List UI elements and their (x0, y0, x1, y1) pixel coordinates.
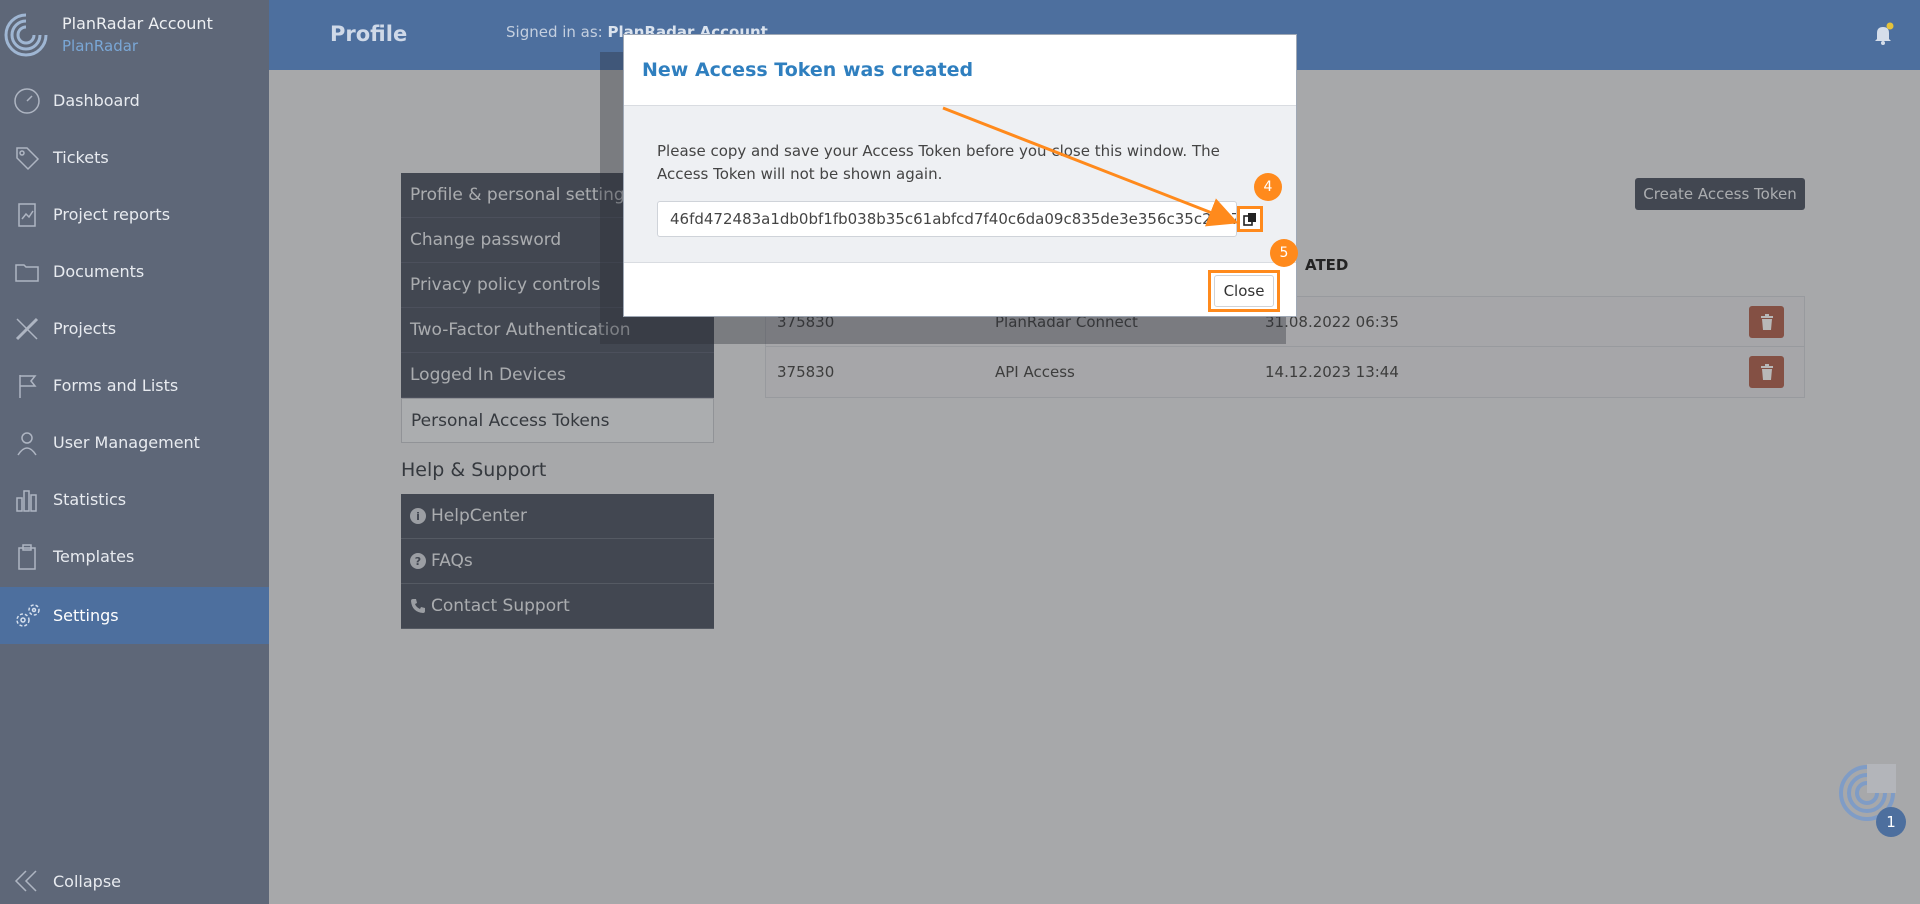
gear-icon (15, 603, 40, 627)
dialog-message: Please copy and save your Access Token b… (657, 142, 1220, 183)
sidebar-item-label: Project reports (53, 205, 171, 224)
user-icon (16, 431, 37, 455)
dialog-footer (624, 263, 1296, 317)
close-button[interactable]: Close (1214, 275, 1274, 307)
sidebar-item-documents[interactable]: Documents (0, 243, 269, 300)
collapse-label: Collapse (53, 871, 121, 891)
notifications-button[interactable] (1871, 22, 1895, 50)
copy-icon (1243, 213, 1256, 226)
sidebar-item-label: Forms and Lists (53, 376, 179, 395)
ruler-pencil-icon (15, 317, 38, 340)
step-badge-copy: 4 (1254, 173, 1282, 201)
sidebar: PlanRadar Account PlanRadar Dashboard Ti… (0, 0, 269, 904)
bell-icon (1875, 22, 1894, 45)
tag-icon (15, 146, 39, 170)
company-name: PlanRadar (62, 37, 139, 55)
sidebar-item-label: Documents (53, 262, 145, 281)
sidebar-item-statistics[interactable]: Statistics (0, 471, 269, 528)
sidebar-item-user-management[interactable]: User Management (0, 414, 269, 471)
report-icon (17, 202, 36, 227)
sidebar-item-label: Settings (53, 606, 119, 625)
step-badge-close: 5 (1270, 239, 1298, 267)
sidebar-item-label: Dashboard (53, 91, 140, 110)
collapse-button[interactable]: Collapse (0, 858, 269, 904)
close-highlight: Close (1208, 270, 1280, 312)
page-title: Profile (330, 22, 408, 46)
sidebar-item-label: Tickets (53, 148, 109, 167)
bar-chart-icon (15, 489, 37, 512)
sidebar-item-dashboard[interactable]: Dashboard (0, 72, 269, 129)
clipboard-icon (17, 543, 36, 570)
token-value[interactable]: 46fd472483a1db0bf1fb038b35c61abfcd7f40c6… (658, 202, 1236, 236)
new-token-dialog: New Access Token was created Please copy… (623, 34, 1297, 317)
signed-in-label: Signed in as: (506, 23, 603, 41)
brand-header[interactable]: PlanRadar Account PlanRadar (0, 0, 269, 70)
sidebar-item-label: Statistics (53, 490, 127, 509)
planradar-logo-icon (4, 13, 48, 57)
account-name: PlanRadar Account (62, 14, 213, 33)
sidebar-item-label: Projects (53, 319, 117, 338)
folder-icon (14, 263, 39, 282)
sidebar-item-label: User Management (53, 433, 200, 452)
sidebar-item-projects[interactable]: Projects (0, 300, 269, 357)
sidebar-item-label: Templates (53, 547, 135, 566)
flag-icon (18, 374, 37, 398)
dialog-title: New Access Token was created (624, 35, 1296, 106)
double-chevron-left-icon (14, 870, 37, 892)
dialog-body: Please copy and save your Access Token b… (624, 106, 1296, 263)
chat-unread-badge[interactable]: 1 (1876, 807, 1906, 837)
sidebar-item-tickets[interactable]: Tickets (0, 129, 269, 186)
sidebar-item-forms-and-lists[interactable]: Forms and Lists (0, 357, 269, 414)
token-field[interactable]: 46fd472483a1db0bf1fb038b35c61abfcd7f40c6… (657, 201, 1237, 237)
sidebar-item-templates[interactable]: Templates (0, 528, 269, 585)
dashboard-icon (13, 87, 40, 114)
sidebar-item-settings[interactable]: Settings (0, 587, 269, 644)
copy-token-button[interactable] (1237, 206, 1263, 232)
sidebar-item-project-reports[interactable]: Project reports (0, 186, 269, 243)
